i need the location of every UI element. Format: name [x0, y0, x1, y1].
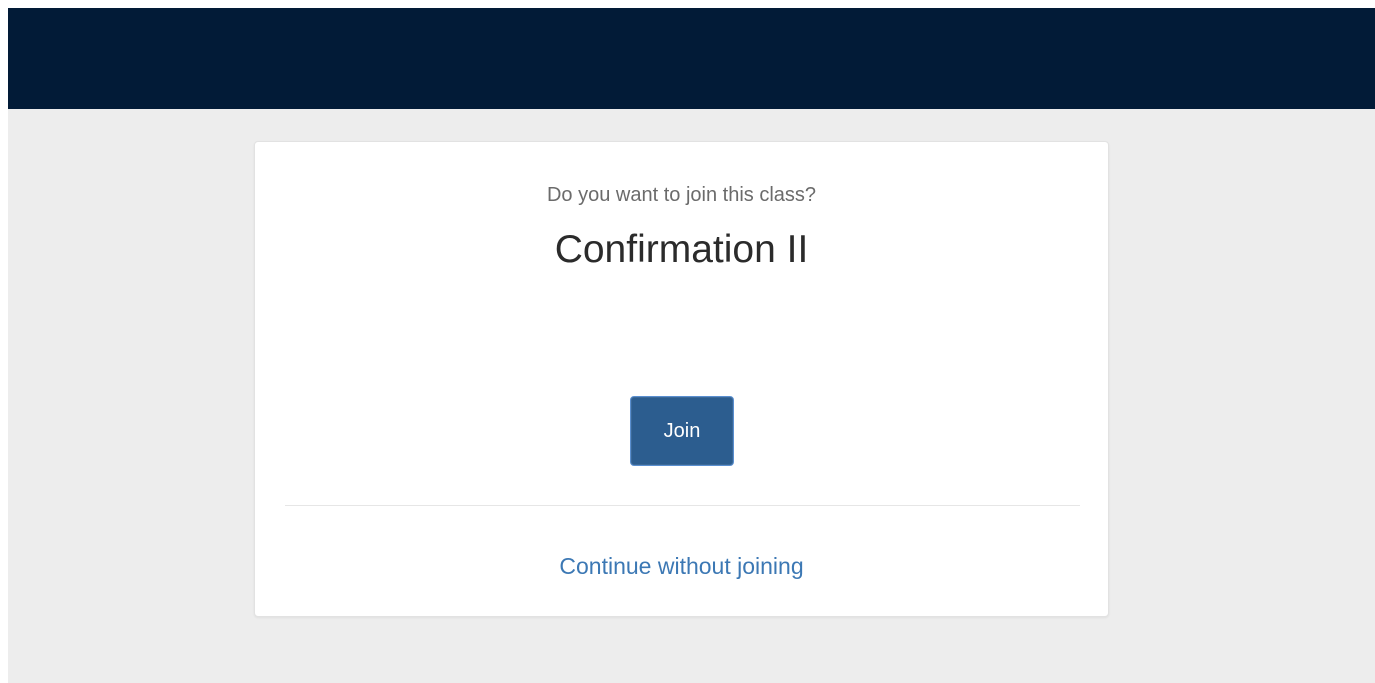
divider — [285, 505, 1080, 506]
class-name-heading: Confirmation II — [554, 228, 809, 271]
join-prompt-text: Do you want to join this class? — [546, 184, 817, 206]
join-class-dialog: Do you want to join this class? Confirma… — [254, 141, 1109, 617]
top-navigation-bar — [8, 8, 1375, 109]
page-frame: Do you want to join this class? Confirma… — [8, 8, 1375, 683]
join-button[interactable]: Join — [630, 396, 734, 466]
continue-without-joining-link[interactable]: Continue without joining — [255, 553, 1108, 580]
